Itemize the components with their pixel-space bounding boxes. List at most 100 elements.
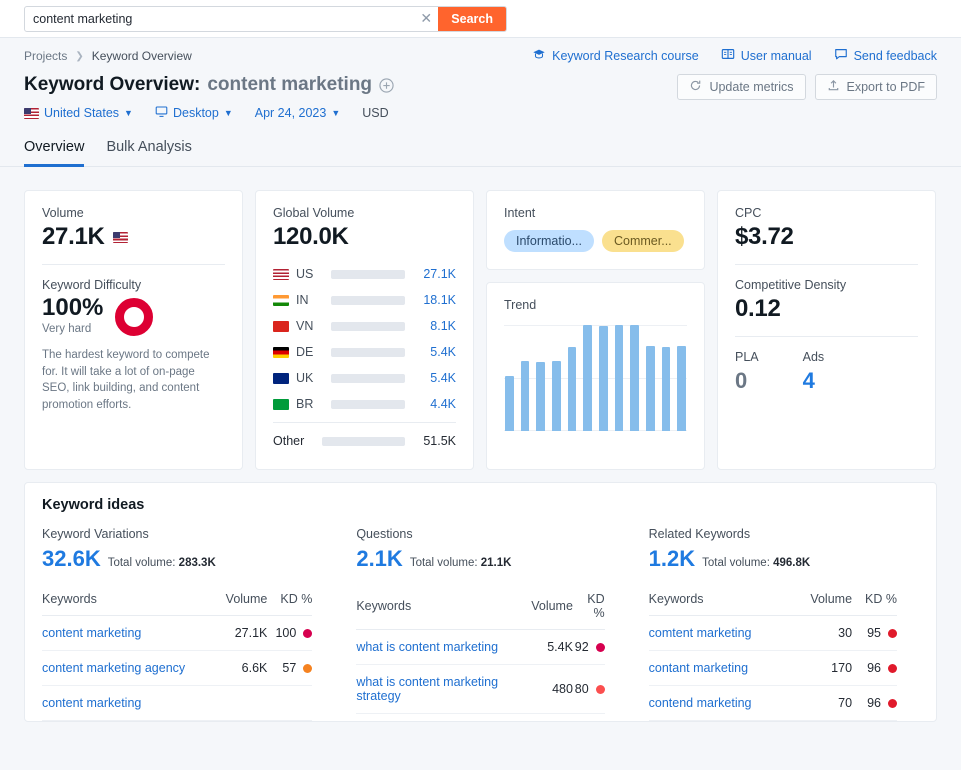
table-row[interactable]: content marketing agency 6.6K 57 [42,650,313,686]
table-row[interactable]: content marketing [42,685,313,721]
search-button[interactable]: Search [438,6,506,31]
th-volume[interactable]: Volume [793,592,853,616]
kd-dot-icon [595,643,605,652]
device-selector[interactable]: Desktop ▼ [155,105,233,121]
trend-bar [552,361,561,431]
table-row[interactable]: contant marketing 170 96 [648,650,897,686]
volume-cell: 70 [793,685,853,721]
chevron-down-icon: ▼ [124,108,133,118]
keyword-ideas-columns: Keyword Variations 32.6K Total volume: 283… [25,527,936,721]
send-feedback-link[interactable]: Send feedback [834,47,937,64]
keyword-ideas-title: Keyword ideas [42,497,145,513]
intent-badge-commercial[interactable]: Commer... [602,230,684,252]
tab-bulk-analysis[interactable]: Bulk Analysis [106,139,191,167]
th-keywords[interactable]: Keywords [648,592,794,616]
keyword-link[interactable]: content marketing [42,696,141,710]
intent-badge-informational[interactable]: Informatio... [504,230,594,252]
volume-cell: 27.1K [216,615,268,651]
keyword-link[interactable]: what is content marketing [356,640,498,654]
divider [735,264,918,265]
table-row[interactable]: contend marketing 70 96 [648,685,897,721]
th-kd[interactable]: KD % [572,592,605,630]
volume-label: Volume [42,206,84,220]
keyword-link[interactable]: contend marketing [649,696,752,710]
keyword-link[interactable]: content marketing [42,626,141,640]
ads-value[interactable]: 4 [803,368,825,394]
ads-block: Ads 4 [803,350,825,394]
keyword-cell: comtent marketing [648,615,794,651]
table-row[interactable]: content marketing 27.1K 100 [42,615,313,651]
cpc-label: CPC [735,206,762,220]
keyword-cell: contant marketing [648,650,794,686]
search-input[interactable] [25,6,415,31]
export-to-pdf-button[interactable]: Export to PDF [814,74,937,100]
global-volume-country-list: US 27.1K IN 18.1K VN 8.1K DE 5.4K UK 5.4K BR 4.4K Ot… [273,261,456,454]
keyword-cell: contend marketing [648,685,794,721]
th-kd[interactable]: KD % [852,592,897,616]
table-row[interactable]: what is content marketing 5.4K 92 [356,629,605,665]
keyword-link[interactable]: contant marketing [649,661,748,675]
export-to-pdf-label: Export to PDF [846,80,926,94]
in-flag-icon [273,294,289,306]
th-kd[interactable]: KD % [267,592,313,616]
trend-chart [504,325,687,431]
kd-cell: 80 [572,664,605,714]
de-flag-icon [273,346,289,358]
keyword-difficulty-label: Keyword Difficulty [42,278,142,292]
keyword-difficulty-value-row: 100% Very hard [42,295,225,336]
th-keywords[interactable]: Keywords [42,592,217,616]
table-row[interactable]: comtent marketing 30 95 [648,615,897,651]
th-volume[interactable]: Volume [531,592,573,630]
pla-label: PLA [735,350,759,364]
kd-dot-icon [888,699,897,708]
trend-bar [505,375,514,431]
volume-cell: 5.4K [531,629,573,665]
trend-bar [630,325,640,431]
currency-label: USD [362,106,389,120]
breadcrumb-current: Keyword Overview [91,49,192,63]
plus-circle-icon[interactable] [379,77,394,93]
keyword-link[interactable]: content marketing agency [42,661,185,675]
user-manual-link[interactable]: User manual [721,47,812,64]
kd-dot-icon [888,629,897,638]
th-keywords[interactable]: Keywords [356,592,532,630]
trend-bar [614,325,624,431]
date-selector[interactable]: Apr 24, 2023 ▼ [255,106,341,120]
trend-bar [520,361,530,431]
pla-block: PLA 0 [735,350,759,394]
kd-cell: 96 [852,685,897,721]
keyword-ideas-column: Questions 2.1K Total volume: 21.1K Keywords… [334,527,626,721]
intent-card: Intent Informatio... Commer... [486,190,705,270]
volume-value: 8.1K [430,319,456,333]
th-volume[interactable]: Volume [216,592,268,616]
tab-overview[interactable]: Overview [24,139,85,167]
country-selector[interactable]: United States ▼ [24,106,133,120]
competitive-density-value: 0.12 [735,295,781,322]
column-count[interactable]: 32.6K [42,546,101,572]
keyword-difficulty-donut-icon [115,298,154,336]
volume-bar-track [331,399,405,409]
send-feedback-label: Send feedback [853,48,937,63]
monitor-icon [155,105,168,121]
country-code: IN [296,293,309,307]
intent-label: Intent [504,206,536,220]
intent-trend-column: Intent Informatio... Commer... Trend [486,190,705,470]
chevron-down-icon: ▼ [223,108,233,118]
trend-bar [567,347,577,431]
keyword-link[interactable]: comtent marketing [649,626,752,640]
graduation-cap-icon [532,47,546,64]
column-summary: 1.2K Total volume: 496.8K [649,546,897,572]
pla-ads-row: PLA 0 Ads 4 [735,350,918,394]
trend-bar [536,362,546,431]
keyword-research-course-link[interactable]: Keyword Research course [532,47,699,64]
breadcrumb-separator-icon: ❯ [75,50,84,62]
global-volume-row: DE 5.4K [273,339,456,365]
clear-search-icon[interactable]: ✕ [414,7,438,31]
column-count[interactable]: 1.2K [649,546,695,572]
update-metrics-button[interactable]: Update metrics [677,74,806,100]
keyword-link[interactable]: what is content marketing strategy [356,675,498,703]
column-count[interactable]: 2.1K [356,546,402,572]
page-header: Projects ❯ Keyword Overview Keyword Over… [0,38,961,121]
breadcrumb-projects[interactable]: Projects [24,49,67,63]
table-row[interactable]: what is content marketing strategy 480 80 [356,664,605,714]
